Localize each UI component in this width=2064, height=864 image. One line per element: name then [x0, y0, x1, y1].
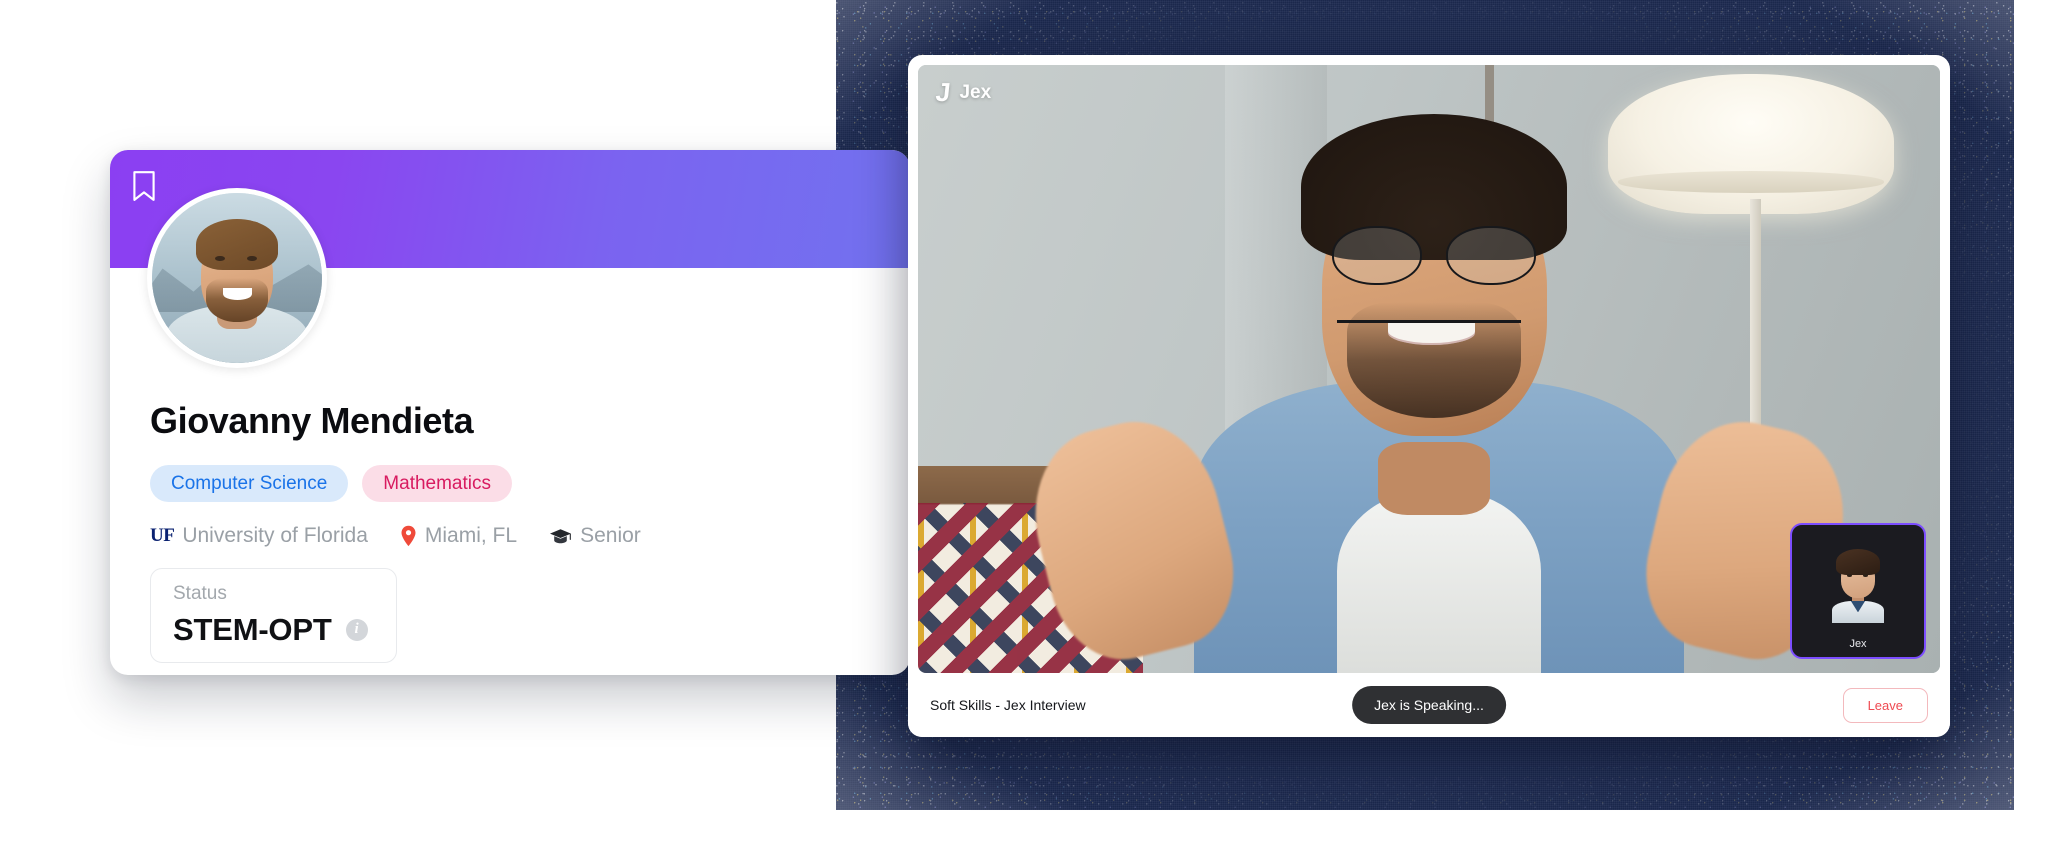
university-logo-icon: UF — [150, 525, 175, 547]
status-badge: Status STEM-OPT i — [150, 568, 397, 664]
jex-logo: J Jex — [934, 77, 992, 107]
speaking-status-badge: Jex is Speaking... — [1352, 686, 1506, 724]
major-tag-computer-science[interactable]: Computer Science — [150, 465, 349, 503]
meta-academic-year: Senior — [549, 524, 641, 548]
profile-meta-row: UF University of Florida Miami, FL Senio… — [150, 524, 870, 548]
major-tag-mathematics[interactable]: Mathematics — [362, 465, 512, 503]
eyeglasses — [1331, 226, 1537, 285]
location-pin-icon — [400, 525, 417, 547]
university-label: University of Florida — [182, 524, 368, 548]
screenshot-root: Giovanny Mendieta Computer Science Mathe… — [0, 0, 2064, 864]
student-profile-card[interactable]: Giovanny Mendieta Computer Science Mathe… — [110, 150, 910, 675]
status-label: Status — [173, 583, 227, 605]
call-control-bar: Soft Skills - Jex Interview Jex is Speak… — [908, 673, 1950, 737]
status-value-row: STEM-OPT i — [173, 614, 368, 645]
pip-participant-label: Jex — [1849, 638, 1867, 650]
video-call-window: J Jex Jex Soft Skills - Jex Interview Je… — [908, 55, 1950, 737]
graduation-cap-icon — [549, 528, 572, 545]
avatar-photo — [152, 193, 322, 363]
avatar — [147, 188, 327, 368]
jex-logo-mark-icon: J — [934, 77, 953, 107]
meta-university: UF University of Florida — [150, 524, 368, 548]
page-title: Giovanny Mendieta — [150, 400, 474, 441]
floor-lamp — [1607, 74, 1895, 214]
jex-logo-wordmark: Jex — [959, 81, 992, 103]
leave-button[interactable]: Leave — [1842, 687, 1928, 723]
meta-location: Miami, FL — [400, 524, 517, 548]
pip-avatar — [1827, 548, 1889, 623]
location-label: Miami, FL — [424, 524, 518, 548]
pip-video-tile[interactable]: Jex — [1790, 523, 1926, 659]
status-value: STEM-OPT — [173, 612, 332, 648]
major-tag-list: Computer Science Mathematics — [150, 465, 870, 503]
info-icon[interactable]: i — [345, 618, 368, 641]
session-title: Soft Skills - Jex Interview — [930, 697, 1086, 713]
main-video-feed[interactable]: J Jex Jex — [918, 65, 1940, 673]
academic-year-label: Senior — [580, 524, 641, 548]
